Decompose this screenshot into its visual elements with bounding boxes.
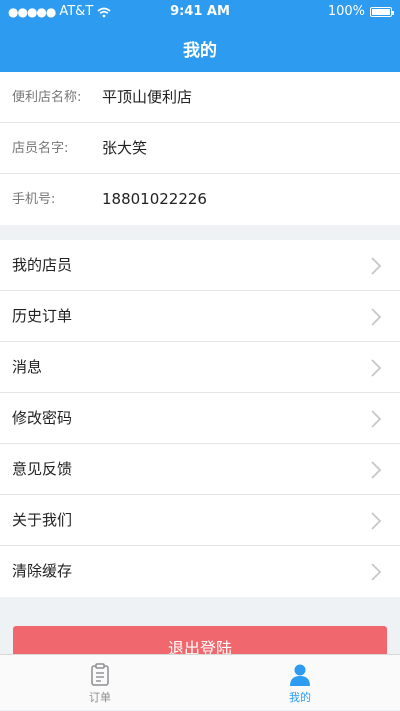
store-name-value: 平顶山便利店: [102, 88, 193, 106]
clerk-name-value: 张大笑: [102, 139, 148, 157]
chevron-right-icon: [371, 308, 382, 326]
order-list-icon: [91, 663, 109, 686]
tab-orders-label: 订单: [89, 691, 111, 704]
clerk-name-label: 店员名字:: [12, 141, 69, 156]
menu-item-change-password[interactable]: 修改密码: [0, 393, 400, 444]
menu-item-label: 意见反馈: [12, 460, 73, 478]
status-right: 100%: [327, 0, 394, 24]
tab-me[interactable]: 我的: [200, 655, 400, 711]
menu-item-my-clerks[interactable]: 我的店员: [0, 240, 400, 291]
menu-item-clear-cache[interactable]: 清除缓存: [0, 546, 400, 597]
menu-item-label: 消息: [12, 358, 43, 376]
phone-value: 18801022226: [102, 190, 207, 208]
status-bar: ●●●●● AT&T 9:41 AM 100%: [0, 0, 400, 24]
info-row-phone: 手机号: 18801022226: [0, 174, 400, 225]
phone-label: 手机号:: [12, 192, 56, 207]
page-title: 我的: [183, 41, 217, 61]
menu-item-messages[interactable]: 消息: [0, 342, 400, 393]
info-row-clerk-name: 店员名字: 张大笑: [0, 123, 400, 174]
store-name-label: 便利店名称:: [12, 90, 82, 105]
battery-percent: 100%: [327, 4, 365, 19]
chevron-right-icon: [371, 257, 382, 275]
menu-item-label: 我的店员: [12, 256, 73, 274]
chevron-right-icon: [371, 512, 382, 530]
chevron-right-icon: [371, 461, 382, 479]
tab-bar: 订单 我的: [0, 654, 400, 710]
store-info-panel: 便利店名称: 平顶山便利店 店员名字: 张大笑 手机号: 18801022226: [0, 72, 400, 225]
info-row-store-name: 便利店名称: 平顶山便利店: [0, 72, 400, 123]
chevron-right-icon: [371, 563, 382, 581]
menu-item-label: 关于我们: [12, 511, 73, 529]
chevron-right-icon: [371, 410, 382, 428]
header-bar: ●●●●● AT&T 9:41 AM 100% 我的: [0, 0, 400, 72]
battery-icon: [370, 7, 394, 17]
menu-item-label: 修改密码: [12, 409, 73, 427]
menu-item-order-history[interactable]: 历史订单: [0, 291, 400, 342]
tab-orders[interactable]: 订单: [0, 655, 200, 711]
menu-item-feedback[interactable]: 意见反馈: [0, 444, 400, 495]
menu-item-label: 历史订单: [12, 307, 73, 325]
menu-item-label: 清除缓存: [12, 562, 73, 580]
chevron-right-icon: [371, 359, 382, 377]
menu-item-about-us[interactable]: 关于我们: [0, 495, 400, 546]
person-icon: [290, 664, 310, 686]
tab-me-label: 我的: [289, 691, 311, 704]
settings-menu: 我的店员 历史订单 消息 修改密码 意见反馈 关于我们 清除缓存: [0, 240, 400, 597]
